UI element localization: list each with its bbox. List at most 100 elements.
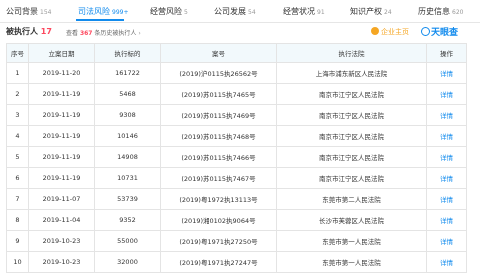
table-row: 7 2019-11-07 53739 (2019)粤1972执13113号 东莞市第二人… (6, 188, 467, 210)
row-date: 2019-11-04 (28, 209, 95, 231)
row-detail-link[interactable]: 详情 (426, 146, 467, 168)
row-case-number: (2019)苏0115执7465号 (160, 83, 277, 105)
tab-count: 154 (40, 9, 52, 16)
row-date: 2019-11-19 (28, 167, 95, 189)
row-detail-link[interactable]: 详情 (426, 62, 467, 84)
section-header: 被执行人 17 查看 367 条历史被执行人 › 企业主页 天眼查 (0, 22, 480, 42)
tab-intellectual-property[interactable]: 知识产权 24 (350, 5, 392, 19)
row-court: 东莞市第一人民法院 (276, 230, 427, 252)
table-row: 4 2019-11-19 10146 (2019)苏0115执7468号 南京市江宁区人… (6, 125, 467, 147)
row-index: 1 (6, 62, 29, 84)
row-date: 2019-11-07 (28, 188, 95, 210)
row-court: 南京市江宁区人民法院 (276, 83, 427, 105)
row-index: 7 (6, 188, 29, 210)
tab-count: 999+ (112, 9, 129, 16)
history-count: 367 (79, 30, 93, 37)
row-amount: 10146 (94, 125, 161, 147)
table-row: 8 2019-11-04 9352 (2019)湘0102执9064号 长沙市芙蓉区人民… (6, 209, 467, 231)
row-index: 9 (6, 230, 29, 252)
eye-logo-icon (421, 27, 430, 36)
vip-homepage-link[interactable]: 企业主页 (371, 27, 409, 37)
row-detail-link[interactable]: 详情 (426, 251, 467, 273)
row-amount: 5468 (94, 83, 161, 105)
row-detail-link[interactable]: 详情 (426, 209, 467, 231)
row-date: 2019-11-20 (28, 62, 95, 84)
section-count: 17 (40, 27, 52, 36)
tab-count: 24 (384, 9, 392, 16)
row-amount: 161722 (94, 62, 161, 84)
row-amount: 14908 (94, 146, 161, 168)
executed-person-table: 序号 立案日期 执行标的 案号 执行法院 操作 1 2019-11-20 16172… (6, 43, 467, 273)
column-header-case: 案号 (160, 43, 277, 63)
table-row: 5 2019-11-19 14908 (2019)苏0115执7466号 南京市江宁区人… (6, 146, 467, 168)
row-court: 长沙市芙蓉区人民法院 (276, 209, 427, 231)
row-index: 4 (6, 125, 29, 147)
row-court: 东莞市第一人民法院 (276, 251, 427, 273)
tab-business-risk[interactable]: 经营风险 5 (150, 5, 188, 19)
row-detail-link[interactable]: 详情 (426, 230, 467, 252)
tab-count: 5 (184, 9, 188, 16)
table-row: 6 2019-11-19 10731 (2019)苏0115执7467号 南京市江宁区人… (6, 167, 467, 189)
row-date: 2019-11-19 (28, 104, 95, 126)
row-amount: 55000 (94, 230, 161, 252)
row-detail-link[interactable]: 详情 (426, 104, 467, 126)
row-date: 2019-11-19 (28, 83, 95, 105)
active-tab-indicator (76, 19, 124, 21)
row-index: 5 (6, 146, 29, 168)
row-index: 8 (6, 209, 29, 231)
row-index: 2 (6, 83, 29, 105)
row-amount: 32000 (94, 251, 161, 273)
row-court: 南京市江宁区人民法院 (276, 125, 427, 147)
row-case-number: (2019)苏0115执7468号 (160, 125, 277, 147)
row-court: 南京市江宁区人民法院 (276, 104, 427, 126)
history-link[interactable]: 查看 367 条历史被执行人 › (66, 28, 141, 37)
tab-history[interactable]: 历史信息 620 (418, 5, 463, 19)
tab-company-development[interactable]: 公司发展 54 (214, 5, 256, 19)
column-header-date: 立案日期 (28, 43, 95, 63)
tab-judicial-risk[interactable]: 司法风险 999+ (78, 5, 128, 19)
table-row: 2 2019-11-19 5468 (2019)苏0115执7465号 南京市江宁区人民… (6, 83, 467, 105)
row-case-number: (2019)苏0115执7469号 (160, 104, 277, 126)
row-case-number: (2019)粤1971执27250号 (160, 230, 277, 252)
table-row: 10 2019-10-23 32000 (2019)粤1971执27247号 东莞市第一… (6, 251, 467, 273)
brand-logo: 天眼查 (421, 25, 458, 38)
row-court: 南京市江宁区人民法院 (276, 167, 427, 189)
row-case-number: (2019)苏0115执7466号 (160, 146, 277, 168)
table-row: 1 2019-11-20 161722 (2019)沪0115执26562号 上海市浦东… (6, 62, 467, 84)
row-date: 2019-11-19 (28, 146, 95, 168)
tab-company-background[interactable]: 公司背景 154 (6, 5, 51, 19)
row-detail-link[interactable]: 详情 (426, 188, 467, 210)
row-amount: 9352 (94, 209, 161, 231)
table-row: 9 2019-10-23 55000 (2019)粤1971执27250号 东莞市第一人… (6, 230, 467, 252)
row-case-number: (2019)沪0115执26562号 (160, 62, 277, 84)
row-index: 10 (6, 251, 29, 273)
column-header-court: 执行法院 (276, 43, 427, 63)
row-case-number: (2019)粤1971执27247号 (160, 251, 277, 273)
vip-icon (371, 27, 379, 35)
row-case-number: (2019)苏0115执7467号 (160, 167, 277, 189)
tab-bar: 公司背景 154 司法风险 999+ 经营风险 5 公司发展 54 经营状况 91 知识产… (0, 0, 480, 23)
column-header-index: 序号 (6, 43, 29, 63)
tab-count: 620 (452, 9, 464, 16)
row-date: 2019-11-19 (28, 125, 95, 147)
tab-business-status[interactable]: 经营状况 91 (283, 5, 325, 19)
section-title: 被执行人 17 (6, 27, 52, 36)
row-court: 东莞市第二人民法院 (276, 188, 427, 210)
row-detail-link[interactable]: 详情 (426, 125, 467, 147)
row-court: 南京市江宁区人民法院 (276, 146, 427, 168)
row-amount: 10731 (94, 167, 161, 189)
row-detail-link[interactable]: 详情 (426, 83, 467, 105)
row-amount: 53739 (94, 188, 161, 210)
row-amount: 9308 (94, 104, 161, 126)
column-header-amount: 执行标的 (94, 43, 161, 63)
chevron-right-icon: › (138, 30, 141, 37)
table-header-row: 序号 立案日期 执行标的 案号 执行法院 操作 (6, 43, 467, 63)
row-date: 2019-10-23 (28, 230, 95, 252)
row-index: 6 (6, 167, 29, 189)
row-index: 3 (6, 104, 29, 126)
column-header-action: 操作 (426, 43, 467, 63)
tab-count: 91 (317, 9, 325, 16)
row-date: 2019-10-23 (28, 251, 95, 273)
tab-count: 54 (248, 9, 256, 16)
row-detail-link[interactable]: 详情 (426, 167, 467, 189)
